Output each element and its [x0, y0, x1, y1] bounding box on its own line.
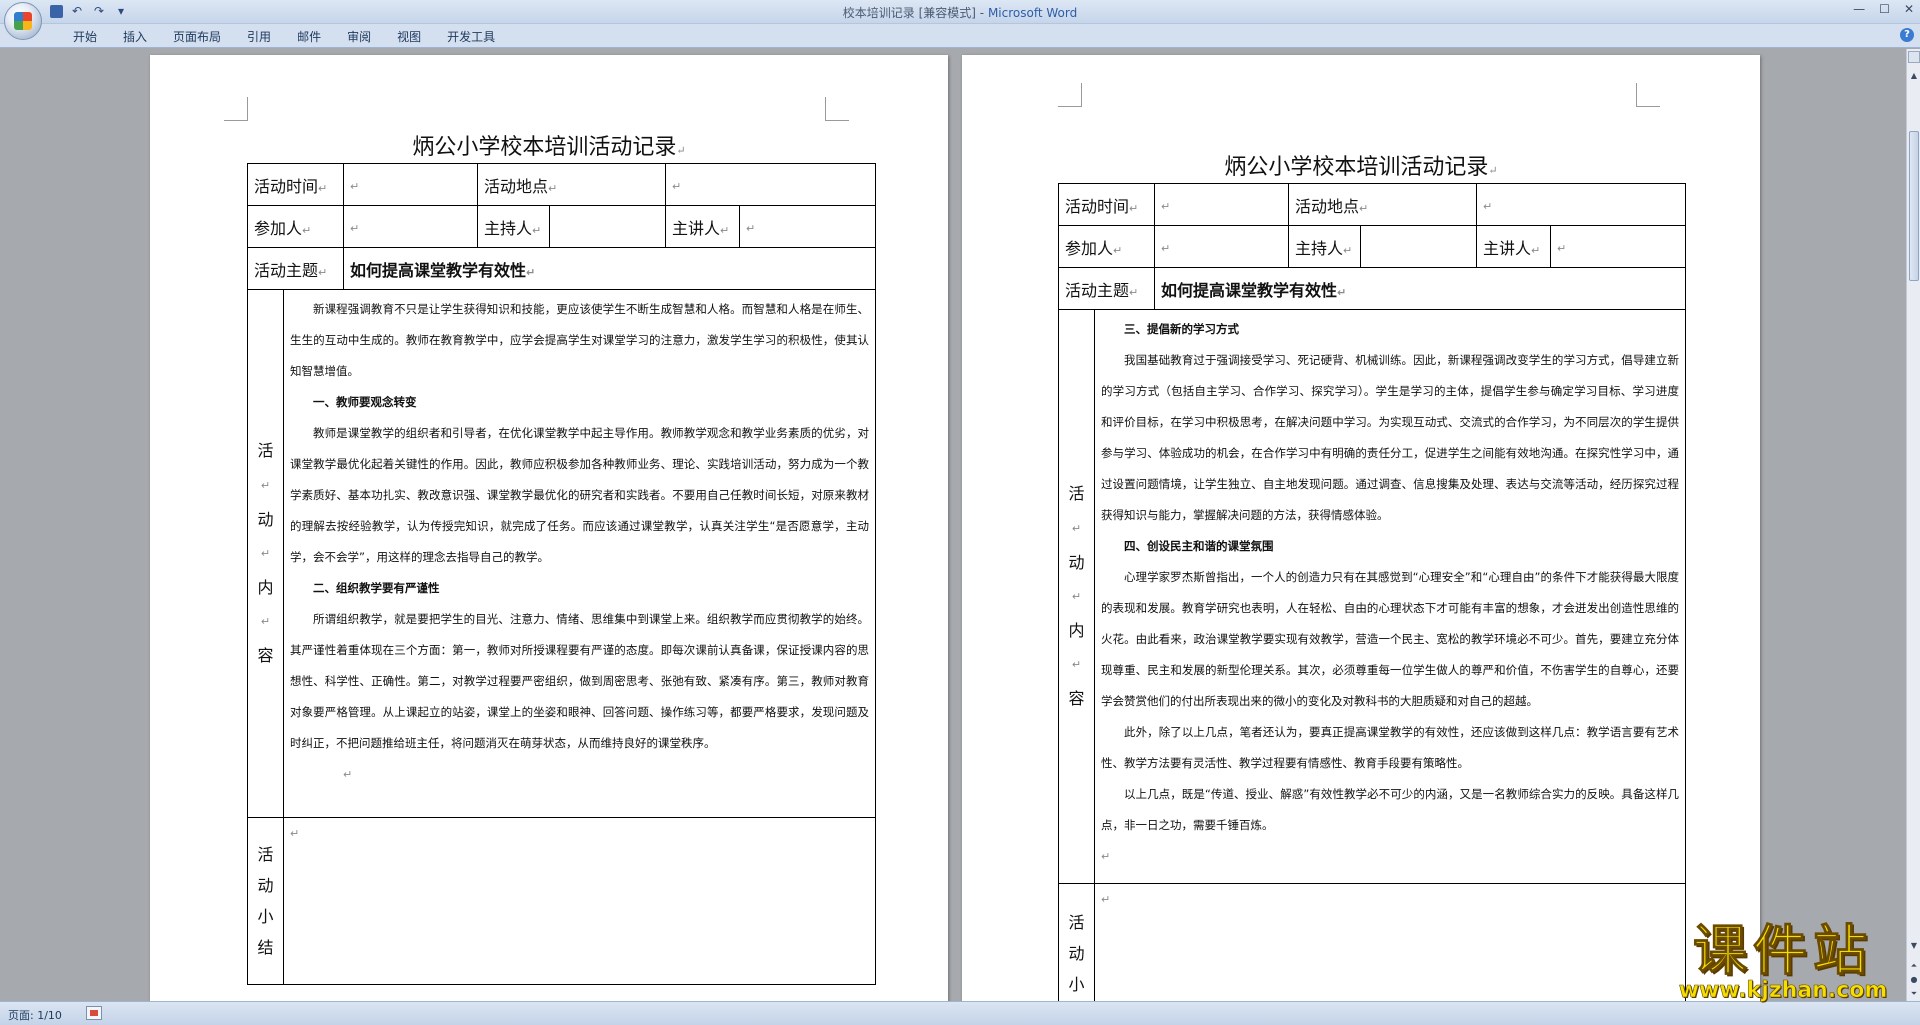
- tab-view[interactable]: 视图: [384, 28, 434, 45]
- label-participants: 参加人↵: [1057, 225, 1156, 268]
- value-host[interactable]: [1360, 225, 1478, 268]
- label-place: 活动地点↵: [1288, 183, 1478, 226]
- next-page-icon[interactable]: ⏷: [1908, 987, 1920, 1001]
- ruler-toggle-icon[interactable]: [1908, 51, 1920, 63]
- title-bar: ↶ ↷ ▾ 校本培训记录 [兼容模式] - Microsoft Word — ☐…: [0, 0, 1920, 24]
- page-title: 炳公小学校本培训活动记录↵: [1224, 155, 1498, 180]
- paragraph: 教师是课堂教学的组织者和引导者，在优化课堂教学中起主导作用。教师教学观念和教学业…: [290, 426, 870, 564]
- document-workspace[interactable]: 炳公小学校本培训活动记录↵ 活动时间↵ ↵ 活动地点↵ ↵ 参加人↵ ↵ 主持人…: [0, 49, 1906, 1001]
- crop-mark: [224, 97, 248, 121]
- window-title: 校本培训记录 [兼容模式] - Microsoft Word: [842, 6, 1078, 20]
- page-indicator[interactable]: 页面: 1/10: [8, 1007, 62, 1023]
- maximize-icon[interactable]: ☐: [1879, 2, 1890, 16]
- value-topic[interactable]: 如何提高课堂教学有效性↵: [1154, 267, 1687, 310]
- section-heading: 二、组织教学要有严谨性: [313, 581, 440, 595]
- value-place[interactable]: ↵: [665, 163, 877, 206]
- label-speaker: 主讲人↵: [665, 205, 741, 248]
- value-host[interactable]: [549, 205, 667, 248]
- section-heading: 一、教师要观念转变: [313, 395, 417, 409]
- label-content: 活 ↵ 动 ↵ 内 ↵ 容: [247, 289, 284, 818]
- label-speaker: 主讲人↵: [1476, 225, 1552, 268]
- scrollbar-thumb[interactable]: [1909, 131, 1919, 281]
- document-page-1[interactable]: 炳公小学校本培训活动记录↵ 活动时间↵ ↵ 活动地点↵ ↵ 参加人↵ ↵ 主持人…: [150, 55, 948, 1001]
- close-icon[interactable]: ✕: [1904, 2, 1914, 16]
- help-icon[interactable]: ?: [1900, 28, 1914, 42]
- label-host: 主持人↵: [477, 205, 551, 248]
- crop-mark: [825, 97, 849, 121]
- ribbon-tabs: 开始 插入 页面布局 引用 邮件 审阅 视图 开发工具 ?: [0, 24, 1920, 48]
- value-topic[interactable]: 如何提高课堂教学有效性↵: [343, 247, 877, 290]
- tab-page-layout[interactable]: 页面布局: [160, 28, 234, 45]
- office-logo-icon: [14, 12, 32, 30]
- paragraph: 心理学家罗杰斯曾指出，一个人的创造力只有在其感觉到“心理安全”和“心理自由”的条…: [1101, 570, 1680, 708]
- tab-review[interactable]: 审阅: [334, 28, 384, 45]
- browse-object-icon[interactable]: ●: [1908, 973, 1920, 987]
- tab-developer[interactable]: 开发工具: [434, 28, 508, 45]
- status-bar: 页面: 1/10: [0, 1001, 1920, 1025]
- tab-references[interactable]: 引用: [234, 28, 284, 45]
- paragraph: 所谓组织教学，就是要把学生的目光、注意力、情绪、思维集中到课堂上来。组织教学而应…: [290, 612, 870, 750]
- vertical-scrollbar[interactable]: ▲ ▼ ⏶ ● ⏷: [1906, 49, 1920, 1001]
- value-speaker[interactable]: ↵: [739, 205, 877, 248]
- label-participants: 参加人↵: [246, 205, 345, 248]
- paragraph: 我国基础教育过于强调接受学习、死记硬背、机械训练。因此，新课程强调改变学生的学习…: [1101, 353, 1680, 522]
- record-table: 活动时间↵ ↵ 活动地点↵ ↵ 参加人↵ ↵ 主持人↵ 主讲人↵ ↵ 活动主题↵…: [1057, 183, 1687, 1001]
- label-topic: 活动主题↵: [1057, 267, 1156, 310]
- tab-insert[interactable]: 插入: [110, 28, 160, 45]
- crop-mark: [1636, 83, 1660, 107]
- crop-mark: [1058, 83, 1082, 107]
- summary-body[interactable]: ↵: [1093, 883, 1687, 1001]
- tab-mailings[interactable]: 邮件: [284, 28, 334, 45]
- window-controls: — ☐ ✕: [1853, 2, 1914, 16]
- value-time[interactable]: ↵: [1154, 183, 1290, 226]
- label-summary: 活 动 小: [1058, 883, 1095, 1001]
- content-body[interactable]: 新课程强调教育不只是让学生获得知识和技能，更应该使学生不断生成智慧和人格。而智慧…: [282, 289, 877, 818]
- value-place[interactable]: ↵: [1476, 183, 1687, 226]
- label-summary: 活 动 小 结: [247, 817, 284, 985]
- paragraph: 以上几点，既是“传道、授业、解惑”有效性教学必不可少的内涵，又是一名教师综合实力…: [1101, 787, 1680, 832]
- summary-body[interactable]: ↵: [282, 817, 877, 985]
- value-time[interactable]: ↵: [343, 163, 479, 206]
- value-participants[interactable]: ↵: [1154, 225, 1290, 268]
- section-heading: 三、提倡新的学习方式: [1124, 322, 1239, 336]
- record-table: 活动时间↵ ↵ 活动地点↵ ↵ 参加人↵ ↵ 主持人↵ 主讲人↵ ↵ 活动主题↵…: [246, 163, 877, 985]
- label-host: 主持人↵: [1288, 225, 1362, 268]
- scroll-down-icon[interactable]: ▼: [1908, 939, 1920, 953]
- label-content: 活 ↵ 动 ↵ 内 ↵ 容: [1058, 309, 1095, 884]
- value-speaker[interactable]: ↵: [1550, 225, 1687, 268]
- minimize-icon[interactable]: —: [1853, 2, 1865, 16]
- value-participants[interactable]: ↵: [343, 205, 479, 248]
- label-time: 活动时间↵: [246, 163, 345, 206]
- paragraph: 此外，除了以上几点，笔者还认为，要真正提高课堂教学的有效性，还应该做到这样几点：…: [1101, 725, 1680, 770]
- scroll-up-icon[interactable]: ▲: [1908, 69, 1920, 83]
- previous-page-icon[interactable]: ⏶: [1908, 959, 1920, 973]
- office-button[interactable]: [4, 2, 42, 40]
- watermark-logo: 课件站 www.kjzhan.com: [1678, 919, 1888, 1003]
- label-time: 活动时间↵: [1057, 183, 1156, 226]
- tab-home[interactable]: 开始: [60, 28, 110, 45]
- page-title: 炳公小学校本培训活动记录↵: [412, 135, 686, 160]
- spelling-check-icon[interactable]: [86, 1006, 102, 1020]
- paragraph: 新课程强调教育不只是让学生获得知识和技能，更应该使学生不断生成智慧和人格。而智慧…: [290, 302, 870, 378]
- label-topic: 活动主题↵: [246, 247, 345, 290]
- document-page-2[interactable]: 炳公小学校本培训活动记录↵ 活动时间↵ ↵ 活动地点↵ ↵ 参加人↵ ↵ 主持人…: [962, 55, 1760, 1001]
- section-heading: 四、创设民主和谐的课堂氛围: [1124, 539, 1274, 553]
- label-place: 活动地点↵: [477, 163, 667, 206]
- content-body[interactable]: 三、提倡新的学习方式 我国基础教育过于强调接受学习、死记硬背、机械训练。因此，新…: [1093, 309, 1687, 884]
